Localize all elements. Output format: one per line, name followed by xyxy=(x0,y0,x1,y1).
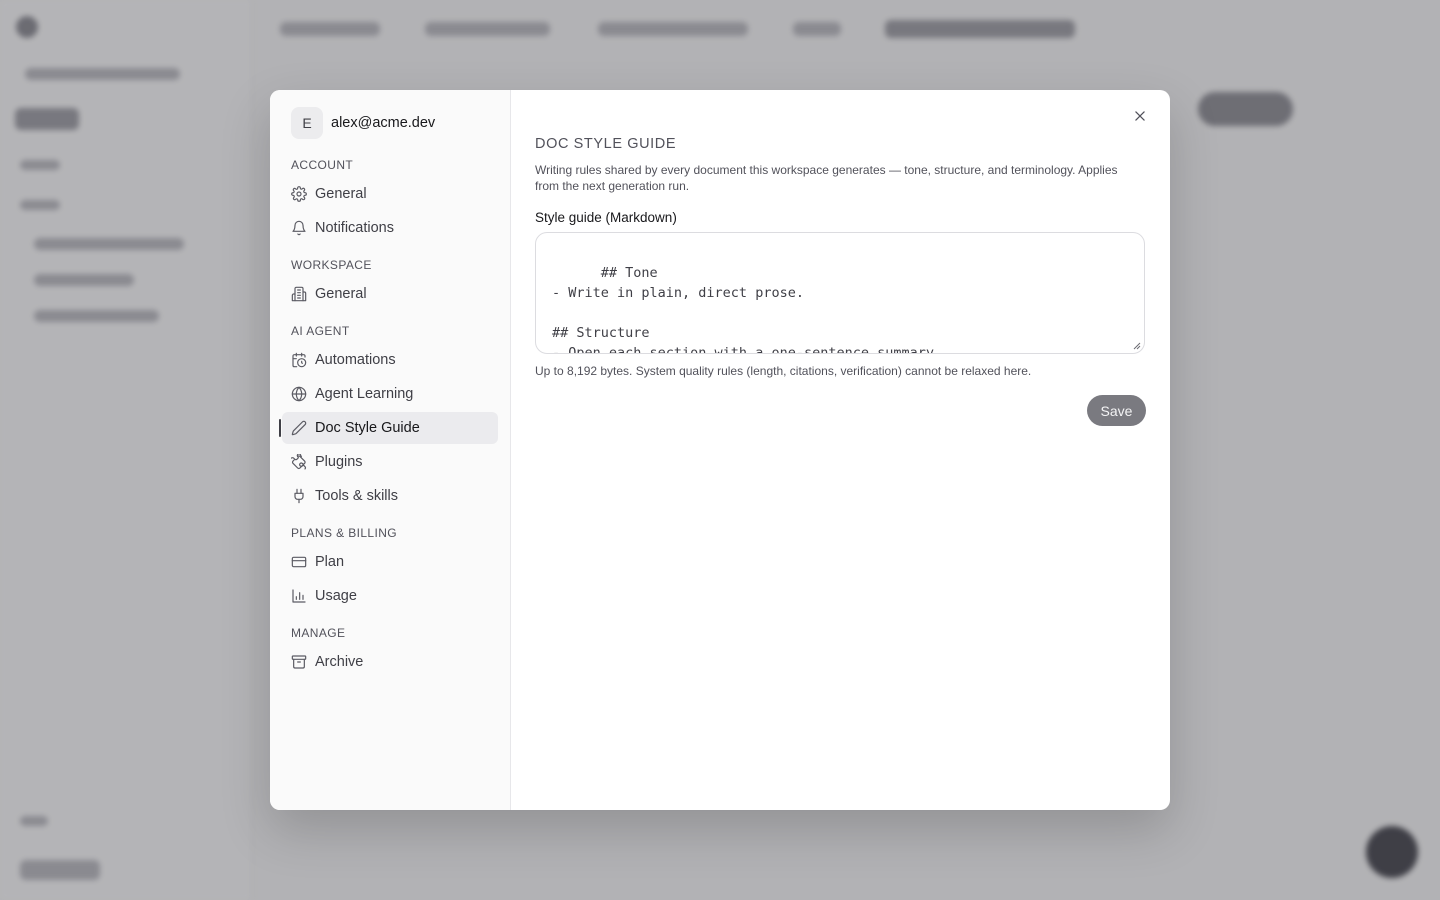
sidebar-item-notifications[interactable]: Notifications xyxy=(282,212,498,244)
page-description: Writing rules shared by every document t… xyxy=(535,163,1118,193)
sidebar-item-label: Notifications xyxy=(315,220,394,236)
archive-icon xyxy=(291,654,307,670)
close-button[interactable] xyxy=(1130,106,1150,126)
sidebar-item-label: Archive xyxy=(315,654,364,670)
resize-handle-icon[interactable] xyxy=(1133,342,1141,350)
close-icon xyxy=(1133,109,1147,123)
sidebar-item-archive[interactable]: Archive xyxy=(282,646,498,678)
style-guide-editor[interactable]: ## Tone - Write in plain, direct prose. … xyxy=(535,232,1145,354)
sidebar-item-label: Agent Learning xyxy=(315,386,414,402)
sidebar-item-label: Automations xyxy=(315,352,396,368)
plug-icon xyxy=(291,488,307,504)
style-guide-hint: Up to 8,192 bytes. System quality rules … xyxy=(535,364,1032,378)
bar-chart-icon xyxy=(291,588,307,604)
nav-section-plans-billing: PLANS & BILLING xyxy=(291,526,398,540)
style-guide-label: Style guide (Markdown) xyxy=(535,210,677,225)
building-icon xyxy=(291,286,307,302)
nav-section-account: ACCOUNT xyxy=(291,158,354,172)
settings-modal: E alex@acme.dev ACCOUNT General Notifica… xyxy=(270,90,1170,810)
account-email: alex@acme.dev xyxy=(331,115,436,131)
sidebar-item-label: Plan xyxy=(315,554,345,570)
avatar: E xyxy=(291,107,323,139)
nav-section-workspace: WORKSPACE xyxy=(291,258,372,272)
sidebar-item-plugins[interactable]: Plugins xyxy=(282,446,498,478)
settings-content: DOC STYLE GUIDE Writing rules shared by … xyxy=(511,90,1170,810)
account-header: E alex@acme.dev xyxy=(282,106,498,140)
save-button[interactable]: Save xyxy=(1087,395,1146,426)
gear-icon xyxy=(291,186,307,202)
pencil-icon xyxy=(291,420,307,436)
globe-icon xyxy=(291,386,307,402)
sidebar-item-doc-style-guide[interactable]: Doc Style Guide xyxy=(279,412,498,444)
sidebar-item-workspace-general[interactable]: General xyxy=(282,278,498,310)
sidebar-item-usage[interactable]: Usage xyxy=(282,580,498,612)
sidebar-item-plan[interactable]: Plan xyxy=(282,546,498,578)
sidebar-item-agent-learning[interactable]: Agent Learning xyxy=(282,378,498,410)
sidebar-item-label: Plugins xyxy=(315,454,363,470)
settings-sidebar: E alex@acme.dev ACCOUNT General Notifica… xyxy=(270,90,511,810)
calendar-clock-icon xyxy=(291,352,307,368)
page-title: DOC STYLE GUIDE xyxy=(535,136,677,152)
sidebar-item-automations[interactable]: Automations xyxy=(282,344,498,376)
sidebar-item-label: General xyxy=(315,286,367,302)
puzzle-icon xyxy=(291,454,307,470)
style-guide-editor-value: ## Tone - Write in plain, direct prose. … xyxy=(552,265,943,354)
sidebar-item-label: Tools & skills xyxy=(315,488,398,504)
nav-section-ai-agent: AI AGENT xyxy=(291,324,350,338)
credit-card-icon xyxy=(291,554,307,570)
sidebar-item-account-general[interactable]: General xyxy=(282,178,498,210)
sidebar-item-label: General xyxy=(315,186,367,202)
bell-icon xyxy=(291,220,307,236)
sidebar-item-label: Doc Style Guide xyxy=(315,420,420,436)
nav-section-manage: MANAGE xyxy=(291,626,346,640)
sidebar-item-tools-skills[interactable]: Tools & skills xyxy=(282,480,498,512)
sidebar-item-label: Usage xyxy=(315,588,357,604)
